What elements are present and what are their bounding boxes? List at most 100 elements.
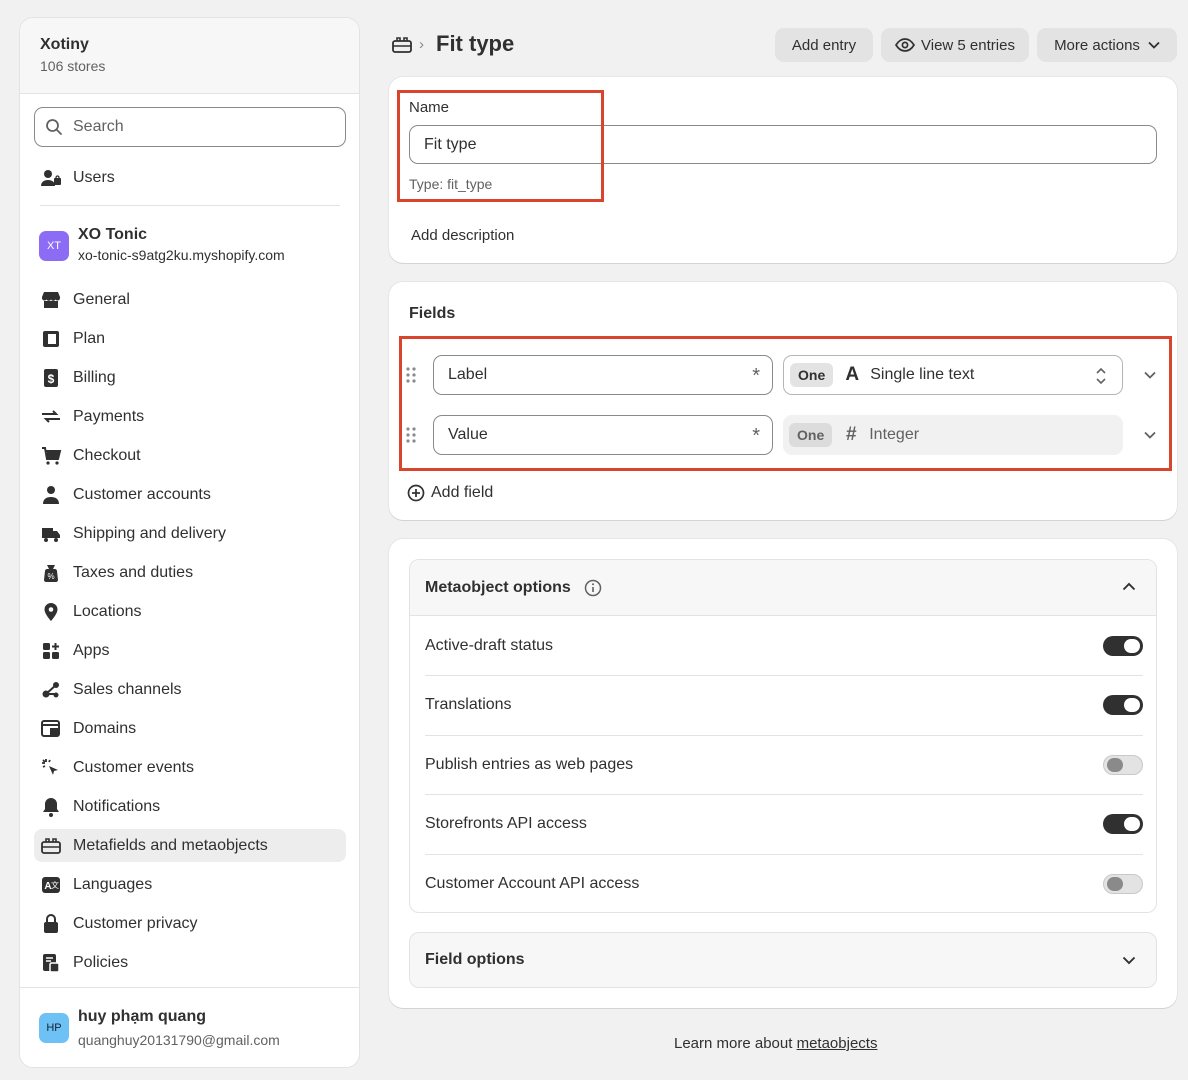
user-name: huy phạm quang <box>78 1007 206 1025</box>
sidebar-item-metafields-and-metaobjects[interactable]: Metafields and metaobjects <box>34 829 346 862</box>
metaobject-options-title: Metaobject options <box>425 578 571 596</box>
fields-card: Fields Label * One A Single line text Value * O… <box>389 282 1177 520</box>
sidebar-item-label: Notifications <box>73 797 161 815</box>
toggle-knob <box>1107 877 1123 892</box>
users-icon <box>40 167 62 189</box>
option-row: Storefronts API access <box>425 795 1143 855</box>
account-menu[interactable]: HP huy phạm quang quanghuy20131790@gmail… <box>20 987 359 1067</box>
more-actions-label: More actions <box>1054 36 1140 54</box>
metaobjects-breadcrumb-icon[interactable] <box>391 35 413 55</box>
search-input[interactable]: Search <box>34 107 346 147</box>
view-entries-button[interactable]: View 5 entries <box>881 28 1029 62</box>
org-name: Xotiny <box>40 36 89 53</box>
option-row: Customer Account API access <box>425 854 1143 912</box>
sidebar-item-label: Domains <box>73 719 137 737</box>
option-toggle[interactable] <box>1103 874 1143 895</box>
sidebar-item-label: Taxes and duties <box>73 563 194 581</box>
settings-sidebar: Xotiny 106 stores Search Users XT XO Ton… <box>19 17 360 1068</box>
metaobjects-help-link[interactable]: metaobjects <box>797 1035 878 1052</box>
sidebar-item-domains[interactable]: Domains <box>34 712 346 745</box>
sidebar-item-shipping-and-delivery[interactable]: Shipping and delivery <box>34 517 346 550</box>
toggle-knob <box>1124 698 1140 713</box>
language-icon: A文 <box>40 874 62 896</box>
info-icon[interactable] <box>584 579 602 597</box>
sidebar-item-label: Sales channels <box>73 680 182 698</box>
sidebar-item-locations[interactable]: Locations <box>34 595 346 628</box>
sidebar-item-billing[interactable]: $ Billing <box>34 361 346 394</box>
toggle-knob <box>1124 817 1140 832</box>
option-label: Customer Account API access <box>425 875 640 893</box>
lock-icon <box>40 913 62 935</box>
option-toggle[interactable] <box>1103 814 1143 835</box>
toggle-knob <box>1107 757 1123 772</box>
sidebar-item-label: Locations <box>73 602 142 620</box>
cart-icon <box>40 445 62 467</box>
sidebar-item-users[interactable]: Users <box>34 161 346 194</box>
breadcrumb-separator-icon: › <box>419 36 424 53</box>
svg-text:%: % <box>47 572 54 581</box>
sidebar-item-sales-channels[interactable]: Sales channels <box>34 673 346 706</box>
option-label: Active-draft status <box>425 636 554 654</box>
search-placeholder: Search <box>73 118 124 135</box>
sidebar-item-apps[interactable]: Apps <box>34 634 346 667</box>
sidebar-item-label: Apps <box>73 641 110 659</box>
sidebar-item-label: Billing <box>73 368 116 386</box>
highlight-box <box>397 90 604 202</box>
field-options-title: Field options <box>425 951 525 968</box>
add-field-button[interactable]: Add field <box>407 484 493 502</box>
chevron-down-icon <box>1148 41 1160 49</box>
sidebar-item-taxes-and-duties[interactable]: % Taxes and duties <box>34 556 346 589</box>
sidebar-item-plan[interactable]: Plan <box>34 322 346 355</box>
sidebar-item-label: Policies <box>73 953 129 971</box>
option-toggle[interactable] <box>1103 695 1143 716</box>
plus-circle-icon <box>407 484 425 502</box>
add-description-button[interactable]: Add description <box>411 227 514 244</box>
option-toggle[interactable] <box>1103 754 1143 775</box>
chevron-up-icon[interactable] <box>1122 582 1136 591</box>
cursor-click-icon <box>40 757 62 779</box>
sidebar-item-label: General <box>73 290 130 308</box>
option-row: Translations <box>425 676 1143 736</box>
store-name: XO Tonic <box>78 226 148 243</box>
sidebar-item-label: Customer privacy <box>73 914 198 932</box>
option-row: Publish entries as web pages <box>425 735 1143 796</box>
sidebar-item-customer-events[interactable]: Customer events <box>34 751 346 784</box>
field-options-header[interactable]: Field options <box>409 932 1157 988</box>
svg-text:文: 文 <box>51 880 59 890</box>
metaobject-options-header[interactable]: Metaobject options <box>410 560 1156 616</box>
metafields-icon <box>40 835 62 857</box>
more-actions-button[interactable]: More actions <box>1037 28 1177 62</box>
footer-help: Learn more about metaobjects <box>674 1035 877 1052</box>
chevron-down-icon <box>1122 956 1136 965</box>
store-avatar: XT <box>39 231 69 261</box>
sidebar-item-label: Customer events <box>73 758 194 776</box>
sidebar-item-policies[interactable]: Policies <box>34 946 346 979</box>
person-icon <box>40 484 62 506</box>
footer-text: Learn more about <box>674 1035 797 1052</box>
sidebar-item-general[interactable]: General <box>34 283 346 316</box>
sidebar-item-customer-privacy[interactable]: Customer privacy <box>34 907 346 940</box>
sidebar-item-languages[interactable]: A 文 Languages <box>34 868 346 901</box>
channels-icon <box>40 679 62 701</box>
sidebar-item-label: Plan <box>73 329 106 347</box>
sidebar-item-payments[interactable]: Payments <box>34 400 346 433</box>
sidebar-item-notifications[interactable]: Notifications <box>34 790 346 823</box>
eye-icon <box>895 38 916 52</box>
definition-card: Name Fit type Type: fit_type Add descrip… <box>389 77 1177 263</box>
sidebar-item-customer-accounts[interactable]: Customer accounts <box>34 478 346 511</box>
location-pin-icon <box>40 601 62 623</box>
billing-icon: $ <box>40 367 62 389</box>
add-entry-button[interactable]: Add entry <box>775 28 873 62</box>
store-switcher[interactable]: XT XO Tonic xo-tonic-s9atg2ku.myshopify.… <box>39 226 285 263</box>
sidebar-item-checkout[interactable]: Checkout <box>34 439 346 472</box>
page-title: Fit type <box>436 31 515 56</box>
add-field-label: Add field <box>431 484 494 501</box>
globe-window-icon <box>40 718 62 740</box>
org-switcher[interactable]: Xotiny 106 stores <box>20 18 359 94</box>
option-label: Publish entries as web pages <box>425 755 634 773</box>
apps-grid-icon <box>40 640 62 662</box>
sidebar-item-label: Shipping and delivery <box>73 524 226 542</box>
sidebar-item-label: Users <box>73 168 115 186</box>
option-toggle[interactable] <box>1103 635 1143 656</box>
sidebar-item-label: Checkout <box>73 446 141 464</box>
